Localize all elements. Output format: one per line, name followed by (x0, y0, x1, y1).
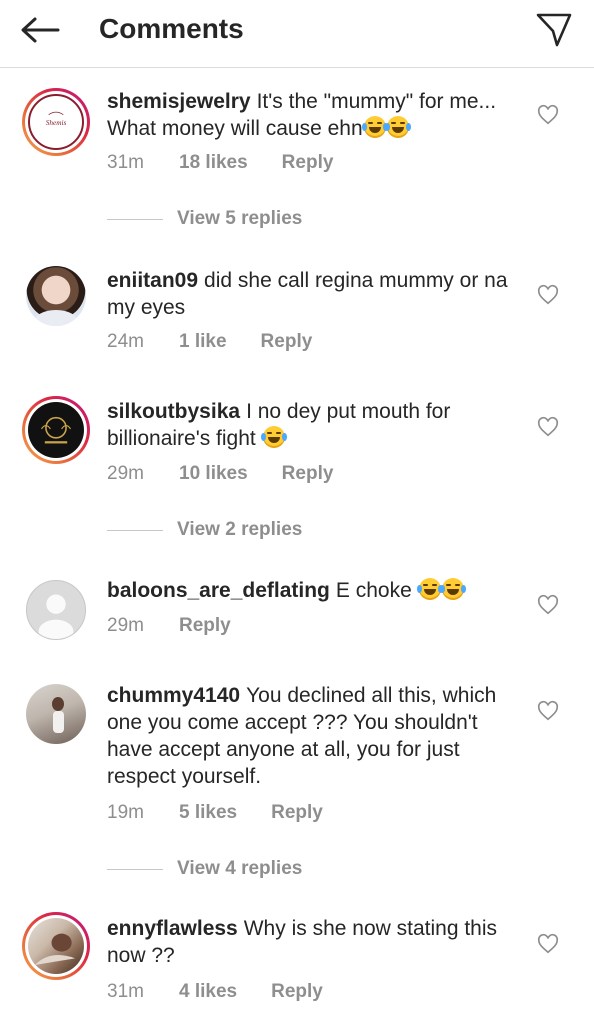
tears-of-joy-emoji-icon (260, 426, 287, 448)
replies-divider-line (107, 218, 163, 220)
comment-text: shemisjewelry It's the "mummy" for me... … (107, 88, 527, 142)
view-replies-label: View 4 replies (177, 858, 303, 879)
avatar[interactable] (26, 580, 86, 640)
comment-meta: 19m 5 likes Reply (107, 801, 323, 825)
paper-plane-icon (536, 13, 572, 47)
heart-icon[interactable] (537, 594, 559, 616)
comment-username[interactable]: baloons_are_deflating (107, 579, 330, 602)
view-replies-button[interactable]: View 5 replies (107, 207, 302, 231)
heart-icon[interactable] (537, 284, 559, 306)
tears-of-joy-emoji-icon (384, 116, 411, 138)
default-avatar-icon (38, 594, 74, 639)
comment-time: 31m (107, 152, 144, 173)
avatar[interactable] (22, 912, 90, 980)
avatar[interactable]: Shemis (22, 88, 90, 156)
comment-username[interactable]: chummy4140 (107, 684, 240, 707)
tears-of-joy-emoji-icon (439, 578, 466, 600)
back-button[interactable] (18, 12, 62, 48)
comment-meta: 29m 10 likes Reply (107, 462, 333, 486)
comment-text: ennyflawless Why is she now stating this … (107, 915, 527, 969)
page-title: Comments (99, 13, 244, 44)
comment-body: E choke (335, 579, 412, 602)
comment-time: 29m (107, 615, 144, 636)
replies-divider-line (107, 868, 163, 870)
comment-likes[interactable]: 5 likes (179, 801, 237, 825)
comment-text: silkoutbysika I no dey put mouth for bill… (107, 398, 527, 452)
view-replies-label: View 2 replies (177, 519, 303, 540)
heart-icon[interactable] (537, 104, 559, 126)
comment-likes[interactable]: 1 like (179, 330, 227, 354)
comment-likes[interactable]: 4 likes (179, 980, 237, 1004)
view-replies-label: View 5 replies (177, 208, 303, 229)
heart-icon[interactable] (537, 700, 559, 722)
comment-time: 19m (107, 802, 144, 823)
reply-button[interactable]: Reply (282, 151, 334, 175)
reply-button[interactable]: Reply (271, 801, 323, 825)
avatar[interactable] (26, 266, 86, 326)
comment-time: 29m (107, 463, 144, 484)
shemis-logo-icon: Shemis (46, 111, 67, 127)
avatar[interactable] (26, 684, 86, 744)
heart-icon[interactable] (537, 933, 559, 955)
avatar[interactable] (22, 396, 90, 464)
tears-of-joy-emoji-icon (361, 116, 388, 138)
reply-button[interactable]: Reply (271, 980, 323, 1004)
comment-text: chummy4140 You declined all this, which o… (107, 682, 527, 790)
comment-likes[interactable]: 10 likes (179, 462, 248, 486)
heart-icon[interactable] (537, 416, 559, 438)
comment-time: 31m (107, 981, 144, 1002)
comment-meta: 31m 18 likes Reply (107, 151, 333, 175)
comment-time: 24m (107, 331, 144, 352)
share-button[interactable] (532, 8, 576, 52)
comment-text: baloons_are_deflating E choke (107, 577, 527, 604)
tears-of-joy-emoji-icon (416, 578, 443, 600)
comment-text: eniitan09 did she call regina mummy or na… (107, 267, 527, 321)
comment-username[interactable]: ennyflawless (107, 917, 238, 940)
comment-meta: 24m 1 like Reply (107, 330, 312, 354)
comment-meta: 29m Reply (107, 614, 231, 638)
reply-button[interactable]: Reply (282, 462, 334, 486)
replies-divider-line (107, 529, 163, 531)
reply-button[interactable]: Reply (179, 614, 231, 638)
comment-likes[interactable]: 18 likes (179, 151, 248, 175)
comment-username[interactable]: eniitan09 (107, 269, 198, 292)
reply-button[interactable]: Reply (261, 330, 313, 354)
comment-meta: 31m 4 likes Reply (107, 980, 323, 1004)
top-bar: Comments (0, 0, 594, 68)
arrow-left-icon (21, 17, 60, 43)
view-replies-button[interactable]: View 2 replies (107, 518, 302, 542)
profile-photo-icon (34, 310, 78, 326)
svg-text:Shemis: Shemis (46, 119, 67, 127)
profile-photo-icon (34, 933, 76, 966)
silkout-logo-icon (40, 416, 72, 444)
view-replies-button[interactable]: View 4 replies (107, 857, 302, 881)
comment-username[interactable]: shemisjewelry (107, 90, 251, 113)
profile-photo-icon (52, 697, 64, 733)
comment-username[interactable]: silkoutbysika (107, 400, 240, 423)
